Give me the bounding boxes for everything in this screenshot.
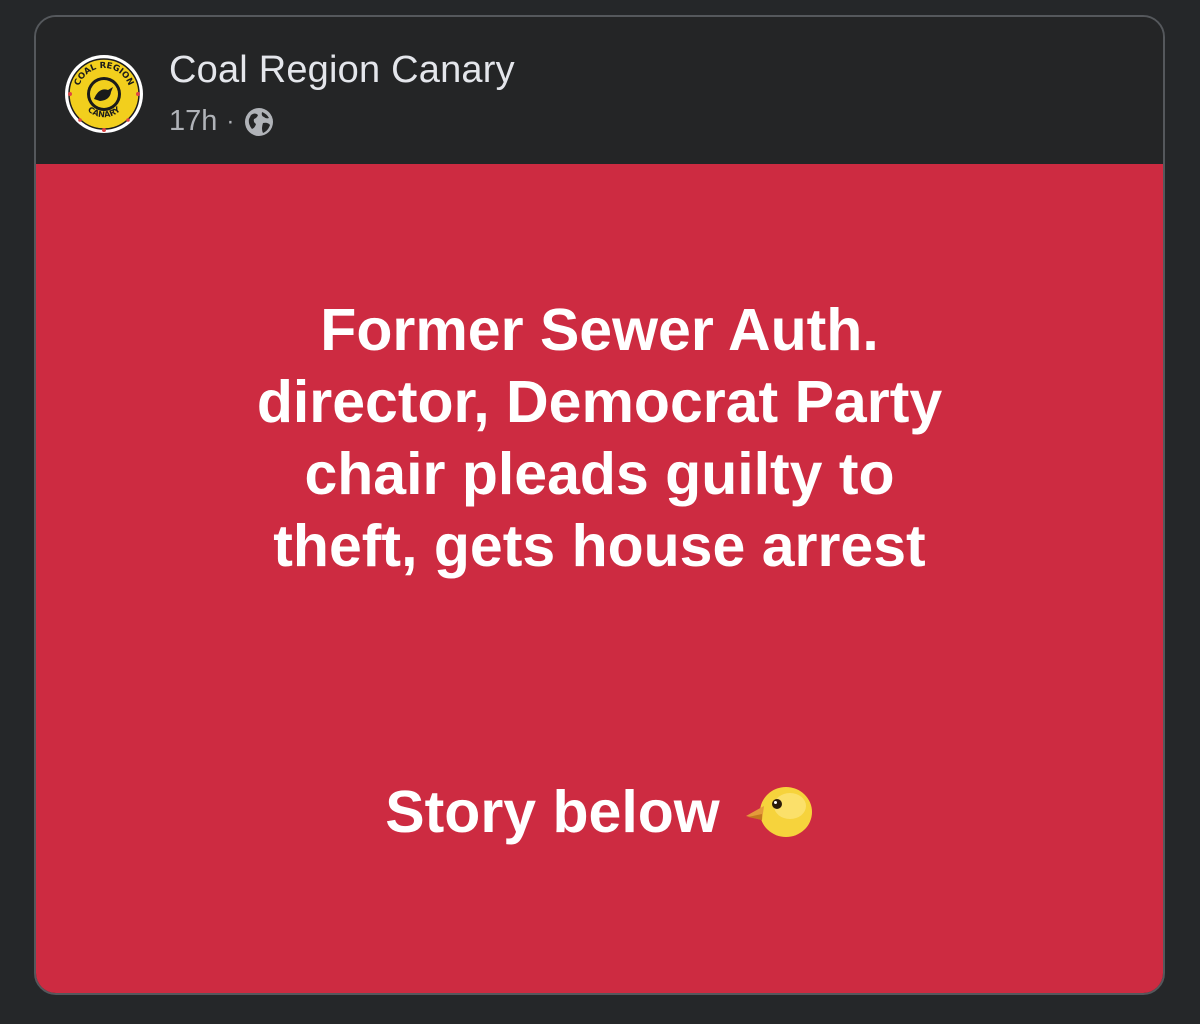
post-headline: Former Sewer Auth. director, Democrat Pa… xyxy=(256,297,943,579)
post-background: Former Sewer Auth. director, Democrat Pa… xyxy=(36,164,1163,993)
post-meta: 17h · xyxy=(169,105,275,138)
post-time[interactable]: 17h xyxy=(169,105,217,138)
chick-icon xyxy=(745,787,812,837)
globe-icon[interactable] xyxy=(243,106,275,138)
avatar[interactable]: COAL REGION CANARY xyxy=(64,54,144,134)
page-name[interactable]: Coal Region Canary xyxy=(169,49,515,92)
post-card: COAL REGION CANARY Coal Region Canary 17… xyxy=(34,15,1165,995)
meta-separator: · xyxy=(226,107,235,135)
post-header: COAL REGION CANARY Coal Region Canary 17… xyxy=(36,17,1163,164)
story-line: Story below xyxy=(36,776,1163,848)
story-text: Story below xyxy=(385,779,720,845)
